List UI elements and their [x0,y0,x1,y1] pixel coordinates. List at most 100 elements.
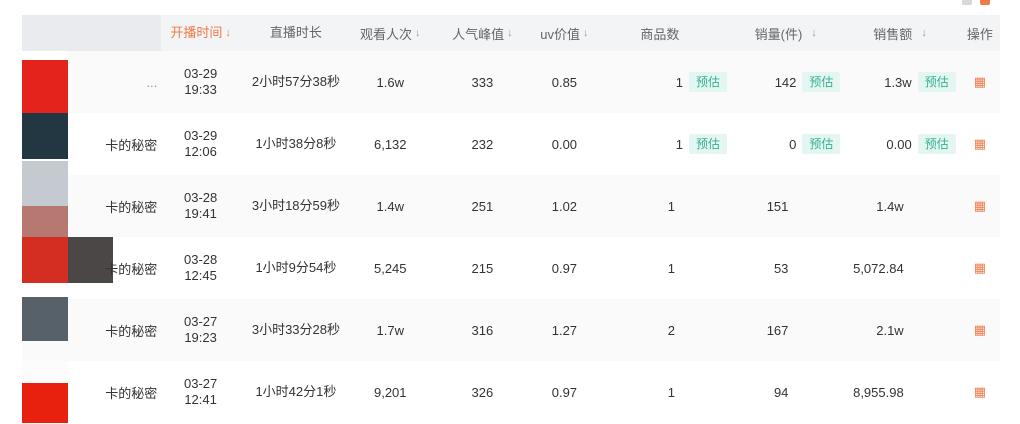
operation-cell: ▦ [960,361,1000,423]
start-time: 03-29 19:33 [183,66,218,97]
views: 6,132 [373,136,407,152]
sales-amount: 8,955.98 [853,384,904,400]
duration: 1小时9分54秒 [255,260,337,275]
live-room-name: 卡的秘密 [105,385,158,401]
duration: 2小时57分38秒 [251,74,340,89]
goods-count: 1 [667,260,676,276]
views: 1.4w [376,198,404,214]
estimate-tag: 预估 [917,134,956,154]
peak: 215 [471,260,494,276]
estimate-tag: 预估 [917,72,956,92]
views: 9,201 [373,384,407,400]
sales-amount: 2.1w [876,322,904,338]
uv-value: 1.02 [551,198,578,214]
uv-value: 0.00 [551,136,578,152]
estimate-tag: 预估 [689,134,728,154]
gift-icon[interactable]: ▦ [974,260,986,276]
start-time: 03-29 12:06 [183,128,218,159]
views: 1.7w [376,322,404,338]
live-cover-image [22,237,68,299]
start-time: 03-27 12:41 [183,376,218,407]
header-duration: 直播时长 [269,25,322,40]
window-corner-icons [962,0,990,6]
start-time: 03-28 19:41 [183,190,218,221]
sales-count: 94 [773,384,789,400]
live-room-cell[interactable]: 卡的秘密 [22,161,161,237]
operation-cell: ▦ [960,237,1000,299]
sales-amount: 5,072.84 [853,260,904,276]
sales-amount: 1.3w 预估 [844,51,959,113]
sales-count: 0 预估 [731,113,844,175]
table-body: ... 03-29 19:33 2小时57分38秒 1.6w 333 0.85 1… [22,51,1000,423]
live-room-name: 卡的秘密 [105,323,158,339]
duration: 3小时33分28秒 [251,322,340,337]
uv-value: 0.85 [551,74,578,90]
table-row[interactable]: 卡的秘密 03-28 12:45 1小时9分54秒 5,245 215 0.97 … [22,237,1000,299]
operation-cell: ▦ [960,51,1000,113]
sales-amount: 1.4w [876,198,904,214]
sort-arrow-icon: ↓ [583,27,589,39]
peak: 251 [471,198,494,214]
operation-cell: ▦ [960,113,1000,175]
table-header: 开播时间 ↓ 直播时长 观看人次 ↓ 人气峰值 ↓ uv价值 ↓ 商品数 销量(件) ↓ … [22,15,1000,51]
goods-count: 1 预估 [593,51,731,113]
header-start-time[interactable]: 开播时间 ↓ [161,15,240,51]
sort-arrow-icon: ↓ [811,27,817,39]
header-uv-value[interactable]: uv价值 ↓ [536,15,593,51]
gift-icon[interactable]: ▦ [974,198,986,214]
goods-count: 1 [667,198,676,214]
live-room-cell[interactable]: 卡的秘密 [22,361,161,423]
header-peak[interactable]: 人气峰值 ↓ [429,15,536,51]
peak: 232 [471,136,494,152]
start-time: 03-27 19:23 [183,314,218,345]
gift-icon[interactable]: ▦ [974,322,986,338]
duration: 1小时38分8秒 [255,136,337,151]
live-room-name: 卡的秘密 [105,137,158,153]
table-row[interactable]: 卡的秘密 03-29 12:06 1小时38分8秒 6,132 232 0.00 … [22,113,1000,175]
live-room-cell[interactable]: ... [22,51,161,113]
sales-count: 53 [773,260,789,276]
table-row[interactable]: ... 03-29 19:33 2小时57分38秒 1.6w 333 0.85 1… [22,51,1000,113]
uv-value: 1.27 [551,322,578,338]
peak: 333 [471,74,494,90]
header-views[interactable]: 观看人次 ↓ [352,15,429,51]
header-amount[interactable]: 销售额 ↓ [844,15,959,51]
live-cover-image [22,51,68,113]
header-name-blank [22,15,162,51]
estimate-tag: 预估 [689,72,728,92]
corner-icon [962,0,972,5]
goods-count: 1 预估 [593,113,731,175]
header-sales[interactable]: 销量(件) ↓ [731,15,844,51]
gift-icon[interactable]: ▦ [974,384,986,400]
sales-count: 151 [766,198,789,214]
sort-arrow-icon: ↓ [507,27,513,39]
gift-icon[interactable]: ▦ [974,136,986,152]
live-cover-image [22,161,68,237]
sales-count: 142 预估 [731,51,844,113]
corner-icon [980,0,990,5]
start-time: 03-28 12:45 [183,252,218,283]
operation-cell: ▦ [960,175,1000,237]
sort-arrow-icon: ↓ [415,27,421,39]
live-cover-image [22,361,68,423]
table-row[interactable]: 卡的秘密 03-28 19:41 3小时18分59秒 1.4w 251 1.02 … [22,161,1000,237]
live-room-cell[interactable]: 卡的秘密 [22,237,161,299]
peak: 326 [471,384,494,400]
live-room-name: ... [146,74,158,90]
header-goods-count: 商品数 [640,26,680,42]
sort-arrow-icon: ↓ [225,27,231,39]
gift-icon[interactable]: ▦ [974,74,986,90]
sales-amount: 0.00 预估 [844,113,959,175]
live-cover-image [22,297,68,361]
live-room-cell[interactable]: 卡的秘密 [22,297,161,361]
live-room-name: 卡的秘密 [105,199,158,215]
estimate-tag: 预估 [802,134,841,154]
operation-cell: ▦ [960,299,1000,361]
duration: 3小时18分59秒 [251,198,340,213]
peak: 316 [471,322,494,338]
table-row[interactable]: 卡的秘密 03-27 12:41 1小时42分1秒 9,201 326 0.97 … [22,361,1000,423]
table-row[interactable]: 卡的秘密 03-27 19:23 3小时33分28秒 1.7w 316 1.27 … [22,297,1000,361]
uv-value: 0.97 [551,260,578,276]
live-room-name: 卡的秘密 [105,261,158,277]
sort-arrow-icon: ↓ [921,27,927,39]
